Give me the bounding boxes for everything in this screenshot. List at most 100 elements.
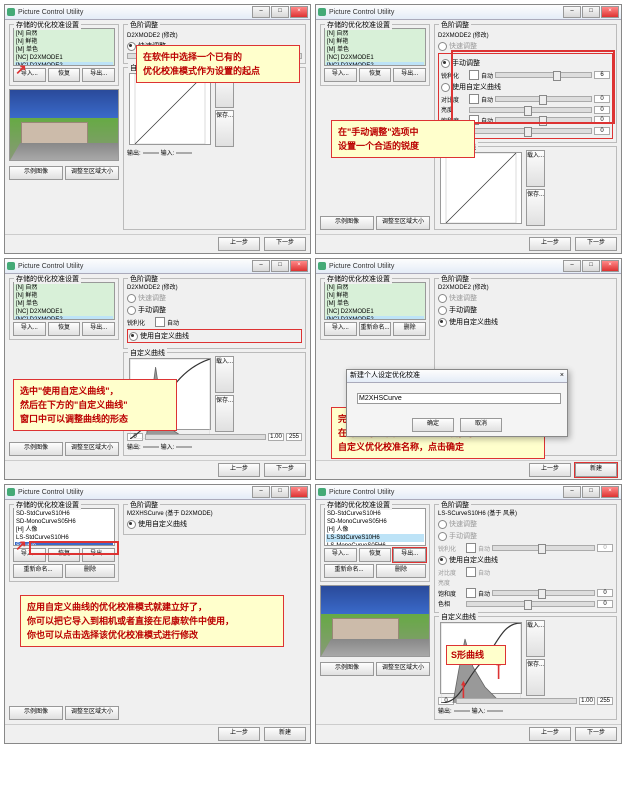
list-item[interactable]: LS-MonoCurveS05H6 xyxy=(326,542,424,546)
titlebar[interactable]: Picture Control Utility –□× xyxy=(316,259,621,274)
next-button[interactable]: 下一步 xyxy=(264,237,306,251)
import-button[interactable]: 导入... xyxy=(324,548,357,562)
list-item[interactable]: [NC] D2XMODE1 xyxy=(15,54,113,62)
undo-button[interactable]: 恢复 xyxy=(359,68,392,82)
export-button[interactable]: 导出... xyxy=(82,322,115,336)
max-button[interactable]: □ xyxy=(582,6,600,18)
delete-button[interactable]: 删除 xyxy=(376,564,426,578)
import-button[interactable]: 导入... xyxy=(324,68,357,82)
hue-slider[interactable] xyxy=(466,601,595,607)
save-curve-button[interactable]: 保存... xyxy=(526,189,545,226)
titlebar[interactable]: Picture Control Utility –□× xyxy=(316,5,621,20)
hist-mid[interactable]: 1.00 xyxy=(579,697,595,705)
list-item[interactable]: SD-MonoCurveS05H6 xyxy=(15,518,113,526)
delete-button[interactable]: 删除 xyxy=(65,564,115,578)
hist-slider[interactable] xyxy=(456,698,577,704)
list-item[interactable]: [M] 单色 xyxy=(326,300,424,308)
list-item[interactable]: SD-StdCurveS10H6 xyxy=(15,510,113,518)
radio-quick[interactable] xyxy=(438,294,447,303)
preset-list[interactable]: [N] 自然 [N] 鲜艳 [M] 单色 [NC] D2XMODE1 [NC] … xyxy=(13,28,115,66)
list-item[interactable]: LS-StdCurveS10H6 xyxy=(326,534,424,542)
new-button[interactable]: 新建 xyxy=(575,463,617,477)
example-button[interactable]: 示例图像 xyxy=(320,662,374,676)
export-button[interactable]: 导出... xyxy=(393,68,426,82)
list-item[interactable]: [N] 鲜艳 xyxy=(326,38,424,46)
titlebar[interactable]: Picture Control Utility –□× xyxy=(316,485,621,500)
hue-slider[interactable] xyxy=(469,128,592,134)
radio-manual[interactable] xyxy=(438,532,447,541)
curve-editor[interactable] xyxy=(440,152,522,224)
radio-use-curve[interactable] xyxy=(129,332,138,341)
undo-button[interactable]: 恢复 xyxy=(48,68,81,82)
rename-button[interactable]: 重新命名... xyxy=(359,322,392,336)
example-button[interactable]: 示例图像 xyxy=(9,706,63,720)
list-item[interactable]: [N] 自然 xyxy=(326,284,424,292)
list-item[interactable]: [N] 鲜艳 xyxy=(15,292,113,300)
max-button[interactable]: □ xyxy=(582,260,600,272)
list-item[interactable]: [NC] D2XMODE2 xyxy=(326,62,424,66)
close-button[interactable]: × xyxy=(601,260,619,272)
undo-button[interactable]: 恢复 xyxy=(48,322,81,336)
list-item[interactable]: [N] 鲜艳 xyxy=(15,38,113,46)
titlebar[interactable]: Picture Control Utility –□× xyxy=(5,485,310,500)
prev-button[interactable]: 上一步 xyxy=(218,727,260,741)
preset-list[interactable]: [N] 自然 [N] 鲜艳 [M] 单色 [NC] D2XMODE1 [NC] … xyxy=(324,28,426,66)
radio-use-curve[interactable] xyxy=(127,520,136,529)
max-button[interactable]: □ xyxy=(271,6,289,18)
resize-button[interactable]: 调整至区域大小 xyxy=(65,166,119,180)
radio-use-curve[interactable] xyxy=(441,83,450,92)
list-item[interactable]: [NC] D2XMODE1 xyxy=(15,308,113,316)
preset-name-input[interactable] xyxy=(357,393,561,404)
close-button[interactable]: × xyxy=(290,6,308,18)
import-button[interactable]: 导入... xyxy=(324,322,357,336)
hist-max[interactable]: 255 xyxy=(597,697,613,705)
list-item[interactable]: [NC] D2XMODE2 xyxy=(15,316,113,320)
list-item[interactable]: [NC] D2XMODE2 xyxy=(15,62,113,66)
prev-button[interactable]: 上一步 xyxy=(529,727,571,741)
preset-list[interactable]: [N] 自然 [N] 鲜艳 [M] 单色 [NC] D2XMODE1 [NC] … xyxy=(13,282,115,320)
radio-use-curve[interactable] xyxy=(438,556,447,565)
hist-mid[interactable]: 1.00 xyxy=(268,433,284,441)
close-button[interactable]: × xyxy=(601,6,619,18)
list-item[interactable]: [M] 单色 xyxy=(15,300,113,308)
max-button[interactable]: □ xyxy=(271,260,289,272)
max-button[interactable]: □ xyxy=(271,486,289,498)
dialog-close-icon[interactable]: × xyxy=(560,370,564,382)
resize-button[interactable]: 调整至区域大小 xyxy=(376,662,430,676)
example-button[interactable]: 示例图像 xyxy=(9,442,63,456)
close-button[interactable]: × xyxy=(290,260,308,272)
list-item[interactable]: [N] 自然 xyxy=(326,30,424,38)
radio-manual[interactable] xyxy=(441,59,450,68)
list-item[interactable]: SD-StdCurveS10H6 xyxy=(326,510,424,518)
max-button[interactable]: □ xyxy=(582,486,600,498)
list-item[interactable]: [NC] D2XMODE1 xyxy=(326,54,424,62)
hist-slider[interactable] xyxy=(145,434,266,440)
list-item[interactable]: [NC] D2XMODE2 xyxy=(326,316,424,320)
rename-button[interactable]: 重新命名... xyxy=(13,564,63,578)
import-button[interactable]: 导入... xyxy=(13,322,46,336)
resize-button[interactable]: 调整至区域大小 xyxy=(65,442,119,456)
prev-button[interactable]: 上一步 xyxy=(218,463,260,477)
next-button[interactable]: 下一步 xyxy=(264,463,306,477)
export-button[interactable]: 导出... xyxy=(82,68,115,82)
load-curve-button[interactable]: 载入... xyxy=(526,150,545,187)
new-button[interactable]: 新建 xyxy=(264,727,306,741)
radio-quick[interactable] xyxy=(438,42,447,51)
radio-quick[interactable] xyxy=(127,42,136,51)
example-button[interactable]: 示例图像 xyxy=(320,216,374,230)
example-button[interactable]: 示例图像 xyxy=(9,166,63,180)
resize-button[interactable]: 调整至区域大小 xyxy=(376,216,430,230)
preset-list[interactable]: [N] 自然 [N] 鲜艳 [M] 单色 [NC] D2XMODE1 [NC] … xyxy=(324,282,426,320)
radio-manual[interactable] xyxy=(438,306,447,315)
load-curve-button[interactable]: 载入... xyxy=(215,356,234,393)
delete-button[interactable]: 删除 xyxy=(393,322,426,336)
list-item[interactable]: [H] 人像 xyxy=(326,526,424,534)
auto-checkbox[interactable] xyxy=(466,588,476,598)
list-item[interactable]: [N] 自然 xyxy=(15,284,113,292)
preset-list[interactable]: SD-StdCurveS10H6 SD-MonoCurveS05H6 [H] 人… xyxy=(324,508,426,546)
cancel-button[interactable]: 取消 xyxy=(460,418,502,432)
next-button[interactable]: 下一步 xyxy=(575,727,617,741)
close-button[interactable]: × xyxy=(290,486,308,498)
list-item[interactable]: [H] 人像 xyxy=(15,526,113,534)
hist-max[interactable]: 255 xyxy=(286,433,302,441)
